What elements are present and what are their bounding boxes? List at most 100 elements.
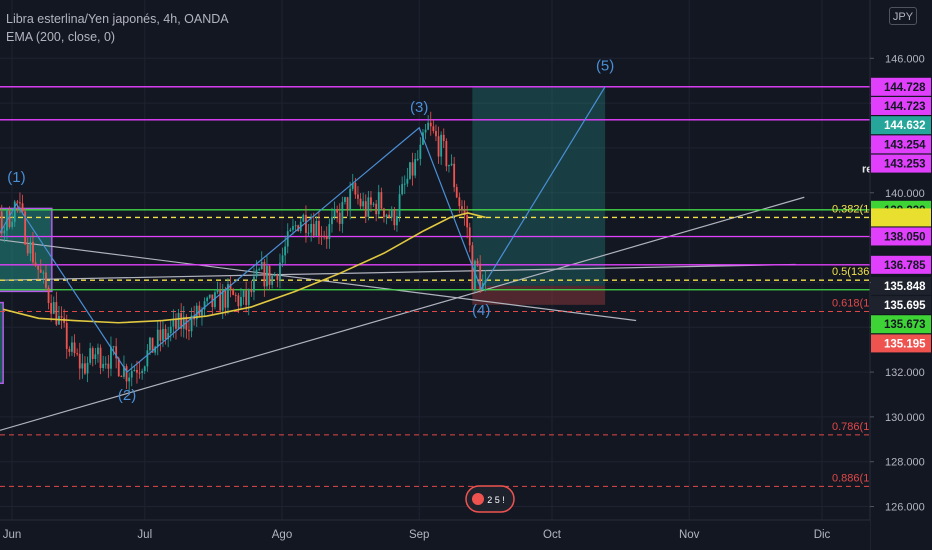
candle-body <box>338 212 341 224</box>
elliott-wave-label: (3) <box>410 99 428 116</box>
candle-body <box>255 269 258 277</box>
candle-body <box>260 262 263 270</box>
candle-body <box>442 134 445 142</box>
replay-badge-text: 2 5 ! <box>487 495 505 505</box>
candle-body <box>364 201 367 217</box>
candle-body <box>458 197 461 207</box>
candle-body <box>320 235 323 237</box>
price-tick-label: 132.000 <box>885 367 925 379</box>
candle-body <box>273 274 276 276</box>
candle-body <box>263 262 266 287</box>
candle-body <box>245 290 248 305</box>
candle-body <box>333 209 336 217</box>
candle-body <box>143 366 146 371</box>
ema-indicator-label[interactable]: EMA (200, close, 0) <box>6 28 229 46</box>
candle-body <box>16 201 19 203</box>
candle-body <box>91 348 94 359</box>
candle-body <box>362 201 365 207</box>
candle-body <box>292 226 294 230</box>
candle-body <box>188 329 190 332</box>
candle-body <box>468 227 471 246</box>
candle-body <box>448 165 450 167</box>
fib-level-label: 0.5(136. <box>832 266 872 278</box>
currency-button[interactable]: JPY <box>889 7 917 25</box>
candle-body <box>52 302 55 314</box>
candle-body <box>396 216 398 226</box>
candle-body <box>440 134 443 157</box>
candle-body <box>21 203 24 212</box>
price-axis-badge-label: 144.728 <box>884 82 926 94</box>
time-tick-label: Oct <box>543 529 562 541</box>
candle-body <box>276 274 279 281</box>
candle-body <box>206 297 209 302</box>
candle-body <box>89 348 92 363</box>
candle-body <box>3 230 6 234</box>
price-tick-label: 128.000 <box>885 457 925 469</box>
candle-body <box>414 159 417 176</box>
candle-body <box>112 346 115 348</box>
elliott-wave-label: (1) <box>7 169 25 186</box>
candle-body <box>279 262 281 281</box>
price-chart[interactable]: 0.382(13 0.5(136. 0.618(13 0.786(12 0.886(12… <box>0 0 932 550</box>
candle-body <box>76 353 79 355</box>
fib-level-label: 0.382(13 <box>832 203 875 215</box>
candle-body <box>253 276 255 293</box>
time-tick-label: Dic <box>814 529 831 541</box>
upper-trend-line <box>0 263 796 281</box>
candle-body <box>409 162 411 179</box>
candle-body <box>357 194 359 199</box>
candle-body <box>432 126 435 131</box>
candle-body <box>328 224 331 240</box>
candle-body <box>149 337 151 351</box>
candle-body <box>138 372 141 374</box>
candle-body <box>34 262 37 266</box>
candle-body <box>367 197 370 217</box>
candle-body <box>349 188 352 210</box>
candle-body <box>224 290 227 308</box>
candle-body <box>429 122 432 127</box>
left-edge-box <box>0 301 4 385</box>
candle-body <box>47 287 50 304</box>
candle-body <box>302 214 305 222</box>
candle-body <box>234 294 237 296</box>
candle-body <box>104 363 107 365</box>
candle-body <box>232 289 235 295</box>
candle-body <box>162 328 164 341</box>
candle-body <box>13 201 16 222</box>
candle-body <box>219 289 222 311</box>
price-tick-label: 126.000 <box>885 502 925 514</box>
candle-body <box>102 363 105 369</box>
candle-body <box>81 363 84 369</box>
candle-body <box>476 260 479 264</box>
candle-body <box>175 318 177 329</box>
candle-body <box>37 265 40 270</box>
candle-body <box>86 362 89 374</box>
candle-body <box>268 265 271 285</box>
candle-body <box>97 347 99 355</box>
candle-body <box>305 214 307 233</box>
candle-body <box>42 272 45 274</box>
price-axis-badge-label: 135.848 <box>884 281 926 293</box>
candle-body <box>377 192 380 215</box>
candle-body <box>247 289 250 305</box>
candle-body <box>258 269 261 271</box>
candle-body <box>221 290 224 311</box>
fib-level-label: 0.886(12 <box>832 472 875 484</box>
candle-body <box>416 158 419 160</box>
candle-body <box>39 269 42 273</box>
candle-body <box>312 223 315 236</box>
symbol-title[interactable]: Libra esterlina/Yen japonés, 4h, OANDA <box>6 10 229 28</box>
price-tick-label: 146.000 <box>885 53 925 65</box>
price-axis-badge-label: 144.632 <box>884 120 926 132</box>
candle-body <box>281 255 284 263</box>
candle-body <box>11 221 14 228</box>
candle-body <box>445 141 448 167</box>
candle-body <box>294 225 297 227</box>
candle-body <box>289 229 292 232</box>
position-target-zone <box>472 86 606 286</box>
candle-body <box>315 220 318 236</box>
time-axis-bg <box>0 520 870 550</box>
candle-body <box>133 369 136 371</box>
candle-body <box>403 183 406 185</box>
candle-body <box>8 210 11 228</box>
